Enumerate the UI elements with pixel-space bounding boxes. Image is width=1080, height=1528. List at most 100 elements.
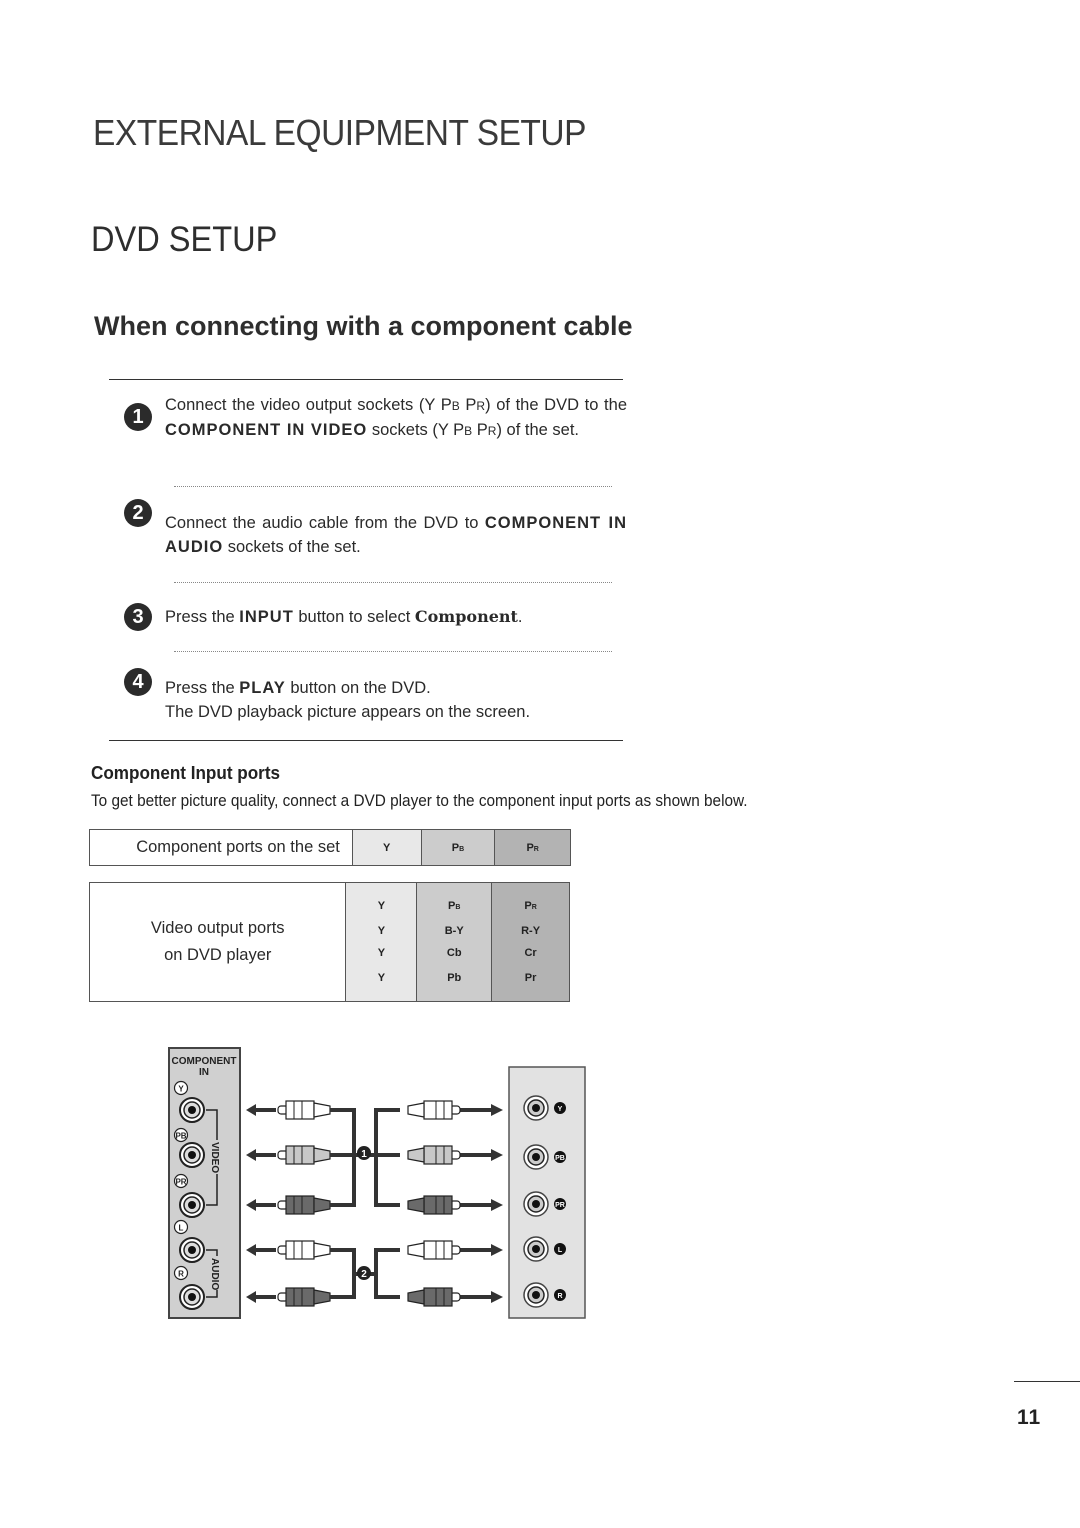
- dvd-jack: [523, 1095, 549, 1121]
- arrow-right-head: [491, 1291, 503, 1303]
- audio-group-label: AUDIO: [209, 1258, 220, 1290]
- dvd-jack-label: PR: [554, 1198, 566, 1210]
- arrow-right-head: [491, 1149, 503, 1161]
- step-3-text: Press the INPUT button to select Compone…: [165, 607, 523, 626]
- step-1-badge: 1: [124, 403, 152, 431]
- dvd-port-pb: Pb: [416, 963, 493, 1002]
- svg-text:1: 1: [361, 1149, 367, 1160]
- dvd-port-pb: PB: [416, 882, 493, 921]
- arrow-left-head: [246, 1104, 256, 1116]
- tv-jack-label: PB: [173, 1127, 189, 1143]
- rca-plug: [277, 1100, 331, 1120]
- dvd-jack: [523, 1144, 549, 1170]
- tv-jack: [179, 1192, 205, 1218]
- video-cable-left: [330, 1108, 356, 1207]
- rca-plug: [277, 1287, 331, 1307]
- svg-text:L: L: [558, 1247, 563, 1254]
- arrow-left-head: [246, 1291, 256, 1303]
- step-4-text: Press the PLAY button on the DVD. The DVD…: [165, 679, 531, 721]
- svg-text:Y: Y: [558, 1106, 563, 1113]
- dvd-jack-label: PB: [554, 1151, 566, 1163]
- tv-jack: [179, 1097, 205, 1123]
- dvd-jack: [523, 1282, 549, 1308]
- step-divider: [174, 486, 612, 487]
- svg-text:Y: Y: [178, 1085, 184, 1094]
- svg-text:PB: PB: [175, 1132, 186, 1141]
- rca-plug: [407, 1287, 461, 1307]
- video-cable-right: [374, 1108, 400, 1207]
- step-3-badge: 3: [124, 603, 152, 631]
- rca-plug: [407, 1240, 461, 1260]
- component-ports-heading: Component Input ports: [91, 763, 281, 783]
- svg-text:R: R: [178, 1270, 184, 1279]
- set-port-pr: PR: [494, 829, 571, 866]
- step-1-text: Connect the video output sockets (Y PB P…: [165, 396, 627, 439]
- tv-jack: [179, 1142, 205, 1168]
- page-number: 11: [1017, 1406, 1042, 1429]
- tv-panel-title-2: IN: [199, 1067, 209, 1078]
- tv-jack-label: L: [173, 1219, 189, 1235]
- tv-panel-title: COMPONENT: [172, 1056, 237, 1067]
- dvd-ports-table: Video output ports on DVD player Y PB PR…: [88, 882, 570, 1002]
- dvd-port-y: Y: [345, 963, 418, 1002]
- component-ports-description: To get better picture quality, connect a…: [91, 792, 748, 810]
- cable-marker: 2: [357, 1266, 371, 1280]
- steps-bottom-rule: [109, 740, 623, 741]
- audio-cable-right: [374, 1248, 400, 1299]
- step-divider: [174, 651, 612, 652]
- rca-plug: [407, 1145, 461, 1165]
- svg-text:PR: PR: [175, 1178, 186, 1187]
- dvd-port-y: Y: [345, 882, 418, 921]
- svg-text:PB: PB: [555, 1155, 565, 1162]
- rca-plug: [407, 1100, 461, 1120]
- rca-plug: [277, 1145, 331, 1165]
- svg-text:L: L: [179, 1224, 184, 1233]
- dvd-port-pr: Cr: [491, 941, 570, 964]
- set-port-pb: PB: [420, 829, 496, 866]
- tv-jack: [179, 1237, 205, 1263]
- dvd-port-pb: Cb: [416, 941, 493, 964]
- dvd-port-y: Y: [345, 920, 418, 942]
- dvd-ports-label-line1: Video output ports: [150, 919, 285, 937]
- dvd-jack: [523, 1191, 549, 1217]
- dvd-port-pr: PR: [491, 882, 570, 921]
- arrow-right-head: [491, 1244, 503, 1256]
- tv-jack-label: PR: [173, 1173, 189, 1189]
- svg-text:R: R: [557, 1293, 562, 1300]
- video-group-label: VIDEO: [209, 1142, 220, 1173]
- step-divider: [174, 582, 612, 583]
- dvd-jack: [523, 1236, 549, 1262]
- tv-jack: [179, 1284, 205, 1310]
- tv-jack-label: R: [173, 1265, 189, 1281]
- rca-plug: [407, 1195, 461, 1215]
- arrow-right-head: [491, 1104, 503, 1116]
- rca-plug: [277, 1240, 331, 1260]
- rca-plug: [277, 1195, 331, 1215]
- footer-rule: [1014, 1381, 1080, 1382]
- dvd-jack-label: L: [554, 1243, 566, 1255]
- subtitle: When connecting with a component cable: [94, 311, 633, 341]
- dvd-port-y: Y: [345, 941, 418, 964]
- arrow-left-head: [246, 1244, 256, 1256]
- set-port-y: Y: [351, 829, 422, 866]
- audio-cable-left: [330, 1248, 356, 1299]
- steps-top-rule: [109, 379, 623, 380]
- set-ports-label: Component ports on the set: [89, 829, 353, 866]
- svg-text:2: 2: [361, 1269, 367, 1280]
- step-2-badge: 2: [124, 499, 152, 527]
- svg-text:PR: PR: [555, 1202, 565, 1209]
- dvd-ports-label-line2: on DVD player: [164, 946, 272, 964]
- cable-plugs: 12: [246, 1100, 503, 1307]
- step-2-text: Connect the audio cable from the DVD to …: [165, 514, 627, 556]
- arrow-right-head: [491, 1199, 503, 1211]
- dvd-jack-label: R: [554, 1289, 566, 1301]
- step-4-badge: 4: [124, 668, 152, 696]
- page-title: DVD SETUP: [91, 220, 278, 259]
- dvd-ports-label: Video output ports on DVD player: [88, 882, 347, 1002]
- dvd-jack-label: Y: [554, 1102, 566, 1114]
- connection-diagram: COMPONENT IN YPBPRLR VIDEO AUDIO 12 YPBP…: [168, 1047, 586, 1319]
- section-title: EXTERNAL EQUIPMENT SETUP: [93, 112, 587, 153]
- dvd-port-pr: Pr: [491, 963, 570, 1002]
- dvd-port-pb: B-Y: [416, 920, 493, 942]
- set-ports-table: Component ports on the set Y PB PR: [89, 829, 571, 866]
